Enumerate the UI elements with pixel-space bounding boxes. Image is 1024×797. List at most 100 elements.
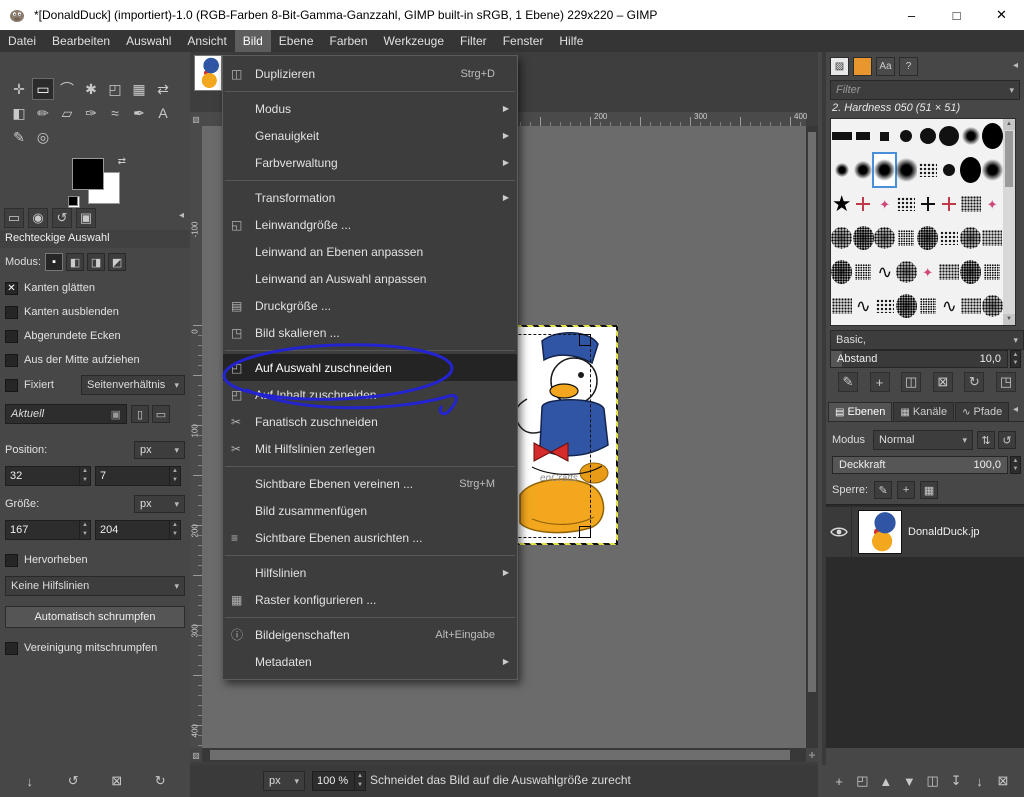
brush-sf3[interactable] — [982, 154, 1003, 186]
zoom-tool[interactable]: ◎ — [32, 126, 54, 148]
edit-brush-icon[interactable]: ✎ — [838, 372, 858, 392]
image-tab-thumbnail[interactable] — [194, 55, 222, 91]
menu-item-transformation[interactable]: Transformation▶ — [223, 184, 517, 211]
document-history-tab-icon[interactable]: ? — [899, 57, 918, 76]
navigation-button[interactable]: ✛ — [806, 748, 818, 762]
fixed-aspect-dropdown[interactable]: Seitenverhältnis — [81, 375, 185, 395]
rounded-corners-checkbox[interactable] — [5, 330, 18, 343]
aspect-ratio-input[interactable]: Aktuell ▣ — [5, 404, 127, 424]
brush-chalk1[interactable] — [896, 256, 917, 288]
duplicate-brush-icon[interactable]: ◫ — [901, 372, 921, 392]
highlight-row[interactable]: Hervorheben — [5, 548, 88, 572]
brush-dots3[interactable] — [917, 290, 938, 322]
patterns-tab-icon[interactable] — [853, 57, 872, 76]
brush-scroll-up-icon[interactable]: ▲ — [1003, 119, 1015, 130]
raise-layer-icon[interactable]: ▲ — [875, 770, 897, 792]
smudge-tool[interactable]: ≈ — [104, 102, 126, 124]
landscape-orientation-button[interactable]: ▭ — [152, 405, 170, 423]
position-y-steppers[interactable] — [169, 467, 180, 485]
bucket-fill-tool[interactable]: ◧ — [8, 102, 30, 124]
brush-scrollbar[interactable]: ▲ ▼ — [1003, 119, 1015, 325]
shrink-merged-row[interactable]: Vereinigung mitschrumpfen — [5, 636, 157, 660]
foreground-background-colors[interactable]: ⇄ — [68, 156, 126, 208]
menu-item-sichtbare-ebenen-ausrichten[interactable]: ≡Sichtbare Ebenen ausrichten ... — [223, 524, 517, 551]
menubar-item-werkzeuge[interactable]: Werkzeuge — [376, 30, 452, 52]
brush-spacing-steppers[interactable] — [1010, 350, 1021, 368]
brush-crossr[interactable] — [939, 188, 960, 220]
brush-chalk2[interactable] — [831, 256, 852, 288]
brush-chalk2[interactable] — [896, 290, 917, 322]
guides-dropdown[interactable]: Keine Hilfslinien — [5, 576, 185, 596]
brush-ch1[interactable] — [939, 154, 960, 186]
brush-dots2[interactable] — [831, 290, 852, 322]
subtract-mode-button[interactable]: ◨ — [87, 253, 105, 271]
brush-dots2[interactable] — [960, 290, 981, 322]
brush-dots3[interactable] — [853, 256, 874, 288]
highlight-checkbox[interactable] — [5, 554, 18, 567]
brush-crossk[interactable] — [917, 188, 938, 220]
brush-dots2[interactable] — [939, 256, 960, 288]
menu-item-bild-skalieren[interactable]: ◳Bild skalieren ... — [223, 319, 517, 346]
portrait-orientation-button[interactable]: ▯ — [131, 405, 149, 423]
menu-item-genauigkeit[interactable]: Genauigkeit▶ — [223, 122, 517, 149]
menu-item-bild-zusammenfuegen[interactable]: Bild zusammenfügen — [223, 497, 517, 524]
brush-sf2[interactable] — [853, 154, 874, 186]
lock-pixels-icon[interactable]: ✎ — [874, 481, 892, 499]
menubar-item-bild[interactable]: Bild — [235, 30, 271, 52]
menubar-item-datei[interactable]: Datei — [0, 30, 44, 52]
brush-star[interactable]: ★ — [831, 188, 852, 220]
position-x-spinner[interactable]: 32 — [5, 466, 91, 486]
tab-kanaele[interactable]: ▦Kanäle — [893, 402, 954, 421]
menubar-item-farben[interactable]: Farben — [322, 30, 376, 52]
layers-dock-menu-arrow-icon[interactable]: ◂ — [1013, 404, 1022, 419]
brush-vine[interactable]: ∿ — [939, 290, 960, 322]
brush-sparkp[interactable]: ✦ — [874, 188, 895, 220]
menu-item-sichtbare-ebenen-vereinen[interactable]: Sichtbare Ebenen vereinen ...Strg+M — [223, 470, 517, 497]
brush-sparkp[interactable]: ✦ — [917, 256, 938, 288]
status-unit-dropdown[interactable]: px — [263, 771, 305, 791]
save-tool-preset-icon[interactable]: ↓ — [19, 770, 41, 792]
move-tool[interactable]: ✛ — [8, 78, 30, 100]
size-width-steppers[interactable] — [79, 521, 90, 539]
intersect-mode-button[interactable]: ◩ — [108, 253, 126, 271]
menu-item-fanatisch-zuschneiden[interactable]: ✂Fanatisch zuschneiden — [223, 408, 517, 435]
aspect-menu-icon[interactable]: ▣ — [111, 408, 121, 421]
selection-handle-top-right[interactable] — [579, 334, 591, 346]
duplicate-layer-icon[interactable]: ◫ — [922, 770, 944, 792]
brush-crossr[interactable] — [853, 188, 874, 220]
brush-chalk2[interactable] — [853, 222, 874, 254]
merge-layer-icon[interactable]: ↓ — [969, 770, 991, 792]
brush-sf4[interactable] — [896, 154, 917, 186]
horizontal-scrollbar[interactable] — [202, 748, 806, 762]
fonts-tab-icon[interactable]: Aa — [876, 57, 895, 76]
brush-chalk1[interactable] — [831, 222, 852, 254]
brush-sf2[interactable] — [960, 120, 981, 152]
brush-dots3[interactable] — [982, 256, 1003, 288]
brush-group-dropdown[interactable]: Basic, — [830, 330, 1024, 350]
maximize-button[interactable]: □ — [934, 0, 979, 30]
dock-menu-arrow-icon[interactable]: ◂ — [179, 210, 184, 221]
anchor-layer-icon[interactable]: ↧ — [945, 770, 967, 792]
vertical-scrollbar[interactable] — [806, 126, 818, 748]
add-mode-button[interactable]: ◧ — [66, 253, 84, 271]
brush-dots1[interactable] — [917, 154, 938, 186]
swap-colors-icon[interactable]: ⇄ — [118, 156, 126, 167]
brush-scrollbar-thumb[interactable] — [1005, 131, 1013, 187]
brush-chalk2[interactable] — [960, 256, 981, 288]
menu-item-metadaten[interactable]: Metadaten▶ — [223, 648, 517, 675]
brush-dots1[interactable] — [939, 222, 960, 254]
menu-item-farbverwaltung[interactable]: Farbverwaltung▶ — [223, 149, 517, 176]
brush-chalk1[interactable] — [960, 222, 981, 254]
vertical-ruler[interactable]: -1000100200300400 — [190, 126, 202, 748]
position-y-spinner[interactable]: 7 — [95, 466, 181, 486]
brush-sf1[interactable] — [831, 154, 852, 186]
delete-tool-preset-icon[interactable]: ⊠ — [106, 770, 128, 792]
default-colors-icon[interactable] — [68, 196, 80, 208]
brush-dots1[interactable] — [896, 188, 917, 220]
layer-visibility-eye-icon[interactable] — [826, 507, 852, 557]
free-select-tool[interactable]: ⌒ — [56, 78, 78, 100]
lower-layer-icon[interactable]: ▼ — [898, 770, 920, 792]
brush-chalk2[interactable] — [917, 222, 938, 254]
layer-opacity-steppers[interactable] — [1010, 456, 1021, 474]
zoom-spinner[interactable]: 100 % — [312, 771, 366, 791]
